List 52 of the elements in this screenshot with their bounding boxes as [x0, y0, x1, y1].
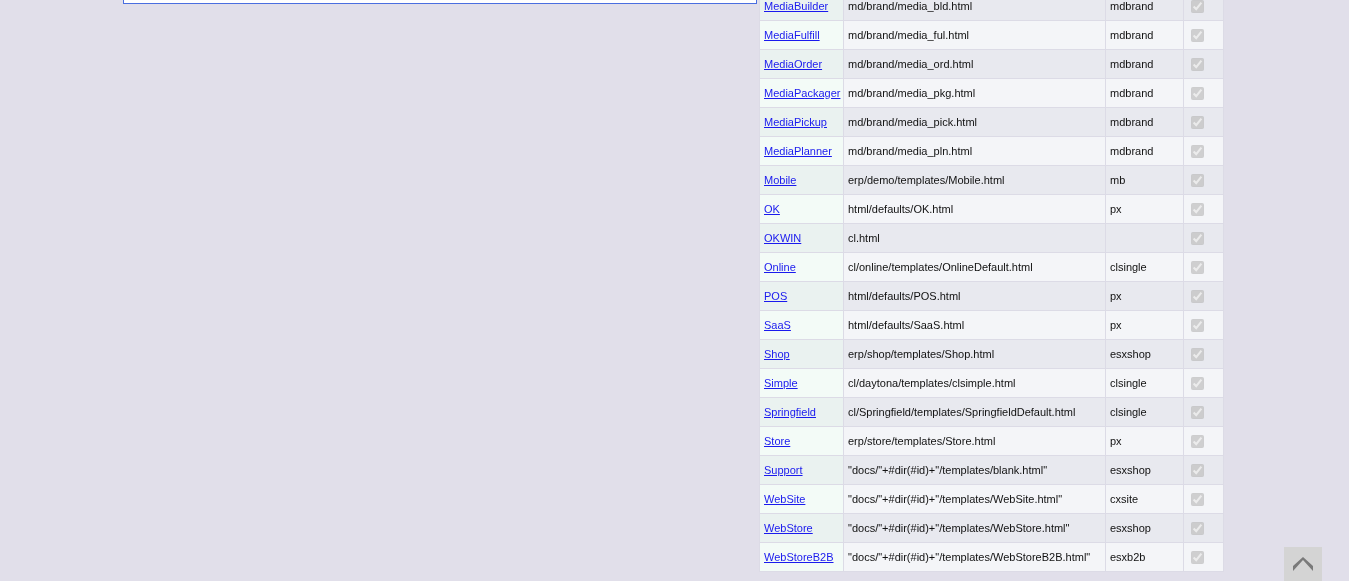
- template-link[interactable]: OKWIN: [764, 232, 802, 244]
- table-cell: erp/shop/templates/Shop.html: [848, 348, 995, 360]
- table-cell: md/brand/media_ful.html: [848, 29, 970, 41]
- table-cell: px: [1110, 319, 1122, 331]
- table-cell: md/brand/media_bld.html: [848, 0, 973, 12]
- template-link[interactable]: Support: [764, 464, 803, 476]
- table-cell: md/brand/media_pick.html: [848, 116, 977, 128]
- table-cell: mdbrand: [1110, 145, 1154, 157]
- table-cell: mdbrand: [1110, 116, 1154, 128]
- table-cell: md/brand/media_ord.html: [848, 58, 974, 70]
- template-link[interactable]: Simple: [764, 377, 798, 389]
- template-link[interactable]: Mobile: [764, 174, 797, 186]
- template-link[interactable]: POS: [764, 290, 788, 302]
- table-cell: html/defaults/SaaS.html: [848, 319, 965, 331]
- template-link[interactable]: Online: [764, 261, 796, 273]
- table-cell: "docs/"+#dir(#id)+"/templates/WebStore.html": [848, 522, 1070, 534]
- template-link[interactable]: Shop: [764, 348, 790, 360]
- table-cell: esxb2b: [1110, 551, 1146, 563]
- table-cell: mdbrand: [1110, 29, 1154, 41]
- chevron-up-icon: [1293, 557, 1313, 571]
- table-cell: erp/demo/templates/Mobile.html: [848, 174, 1005, 186]
- table-cell: clsingle: [1110, 261, 1147, 273]
- table-cell: clsingle: [1110, 377, 1147, 389]
- table-cell: "docs/"+#dir(#id)+"/templates/blank.html": [848, 464, 1048, 476]
- template-link[interactable]: WebSite: [764, 493, 806, 505]
- template-link[interactable]: Store: [764, 435, 791, 447]
- scroll-top-button[interactable]: [1284, 547, 1322, 581]
- table-cell: "docs/"+#dir(#id)+"/templates/WebStoreB2B.html": [848, 551, 1091, 563]
- table-cell: md/brand/media_pln.html: [848, 145, 973, 157]
- table-cell: mdbrand: [1110, 58, 1154, 70]
- table-cell: esxshop: [1110, 464, 1151, 476]
- table-cell: esxshop: [1110, 522, 1151, 534]
- table-cell: px: [1110, 435, 1122, 447]
- table-cell: erp/store/templates/Store.html: [848, 435, 996, 447]
- table-cell: html/defaults/OK.html: [848, 203, 954, 215]
- table-cell: "docs/"+#dir(#id)+"/templates/WebSite.html": [848, 493, 1063, 505]
- table-cell: cxsite: [1110, 493, 1139, 505]
- table-cell: px: [1110, 203, 1122, 215]
- template-link[interactable]: SaaS: [764, 319, 791, 331]
- template-link[interactable]: OK: [764, 203, 780, 215]
- table-cell: md/brand/media_pkg.html: [848, 87, 976, 99]
- table-cell: mdbrand: [1110, 87, 1154, 99]
- table-cell: cl/online/templates/OnlineDefault.html: [848, 261, 1033, 273]
- table-cell: cl.html: [848, 232, 880, 244]
- table-cell: mb: [1110, 174, 1126, 186]
- table-cell: cl/Springfield/templates/SpringfieldDefault.html: [848, 406, 1076, 418]
- table-cell: clsingle: [1110, 406, 1147, 418]
- table-cell: mdbrand: [1110, 0, 1154, 12]
- table-cell: cl/daytona/templates/clsimple.html: [848, 377, 1016, 389]
- table-cell: px: [1110, 290, 1122, 302]
- table-cell: html/defaults/POS.html: [848, 290, 961, 302]
- table-cell: esxshop: [1110, 348, 1151, 360]
